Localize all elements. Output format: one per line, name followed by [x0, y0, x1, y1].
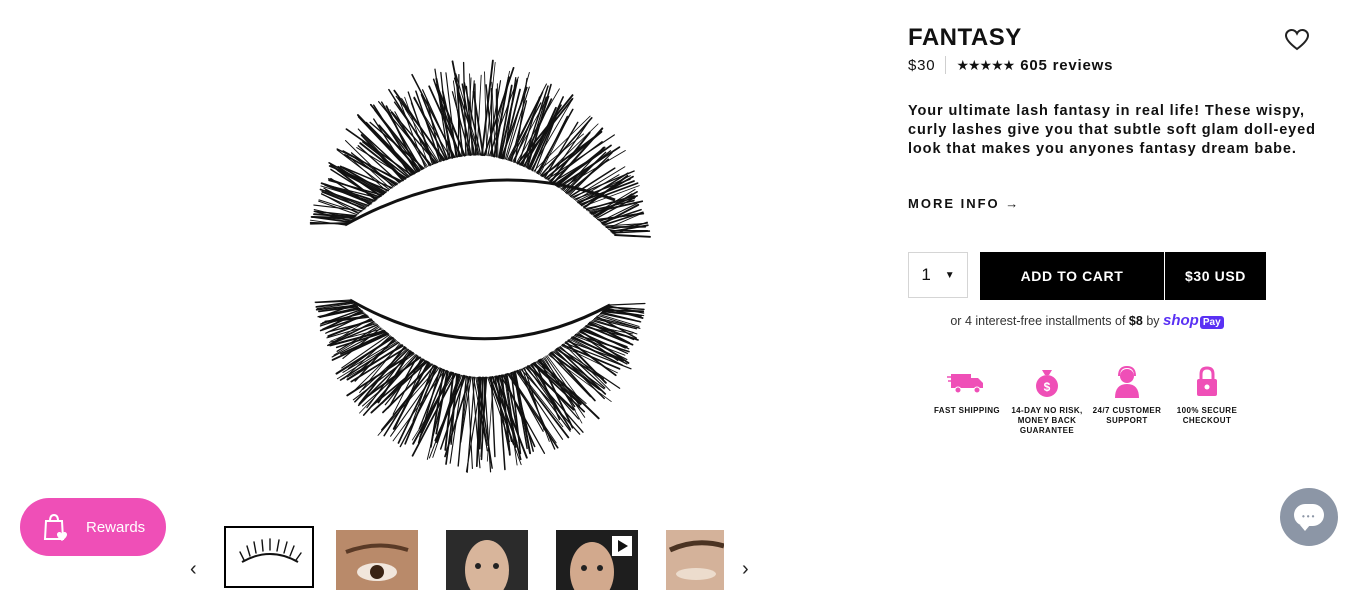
support-agent-icon: [1107, 364, 1147, 400]
svg-text:$: $: [1044, 380, 1051, 394]
installments-by: by: [1146, 314, 1159, 328]
chat-dots-icon: •••: [1302, 512, 1316, 521]
price-divider: [945, 56, 946, 74]
feature-label: 100% SECURE CHECKOUT: [1164, 406, 1250, 426]
thumbnail-eye-brow-closeup[interactable]: [666, 530, 724, 590]
chevron-down-icon: ▼: [945, 270, 955, 281]
feature-label: FAST SHIPPING: [924, 406, 1010, 416]
thumbnail-lash-product[interactable]: [224, 526, 314, 588]
quantity-value: 1: [921, 265, 930, 285]
lash-illustration: [250, 40, 710, 490]
thumbnail-model-face[interactable]: [446, 530, 528, 590]
feature-secure-checkout: 100% SECURE CHECKOUT: [1164, 364, 1250, 426]
product-price: $30: [908, 57, 935, 74]
rating-stars-icon[interactable]: ★★★★★: [956, 57, 1014, 74]
installments-amount: $8: [1129, 314, 1143, 328]
reviews-count[interactable]: 605 reviews: [1020, 57, 1113, 74]
installments-message: or 4 interest-free installments of $8 by…: [908, 312, 1266, 329]
quantity-select[interactable]: 1 ▼: [908, 252, 968, 298]
feature-customer-support: 24/7 CUSTOMER SUPPORT: [1084, 364, 1170, 426]
add-to-cart-button[interactable]: ADD TO CART: [980, 252, 1164, 300]
money-bag-icon: $: [1027, 364, 1067, 400]
padlock-icon: [1187, 364, 1227, 400]
product-main-image[interactable]: [250, 40, 710, 490]
price-rating-row: $30 ★★★★★ 605 reviews: [908, 54, 1113, 76]
truck-icon: [947, 364, 987, 400]
thumbnail-eye-closeup[interactable]: [336, 530, 418, 590]
installments-prefix: or 4 interest-free installments of: [950, 314, 1125, 328]
feature-fast-shipping: FAST SHIPPING: [924, 364, 1010, 416]
product-title: FANTASY: [908, 24, 1022, 52]
feature-label: 14-DAY NO RISK, MONEY BACK GUARANTEE: [1004, 406, 1090, 436]
more-info-link[interactable]: MORE INFO →: [908, 196, 1020, 211]
shop-logo-text: shop: [1163, 312, 1199, 329]
thumbnail-model-video[interactable]: [556, 530, 638, 590]
rewards-launcher-button[interactable]: Rewards: [20, 498, 166, 556]
product-description: Your ultimate lash fantasy in real life!…: [908, 102, 1328, 159]
shop-pay-logo[interactable]: shopPay: [1163, 314, 1224, 328]
pay-badge: Pay: [1200, 316, 1224, 329]
wishlist-heart-icon[interactable]: [1284, 28, 1310, 52]
feature-label: 24/7 CUSTOMER SUPPORT: [1084, 406, 1170, 426]
shopping-bag-heart-icon: [40, 511, 72, 543]
chat-launcher-button[interactable]: •••: [1280, 488, 1338, 546]
feature-money-back: $ 14-DAY NO RISK, MONEY BACK GUARANTEE: [1004, 364, 1090, 436]
add-to-cart-price[interactable]: $30 USD: [1165, 252, 1266, 300]
thumbnail-strip: ‹ ›: [190, 522, 770, 578]
rewards-label: Rewards: [86, 519, 145, 536]
